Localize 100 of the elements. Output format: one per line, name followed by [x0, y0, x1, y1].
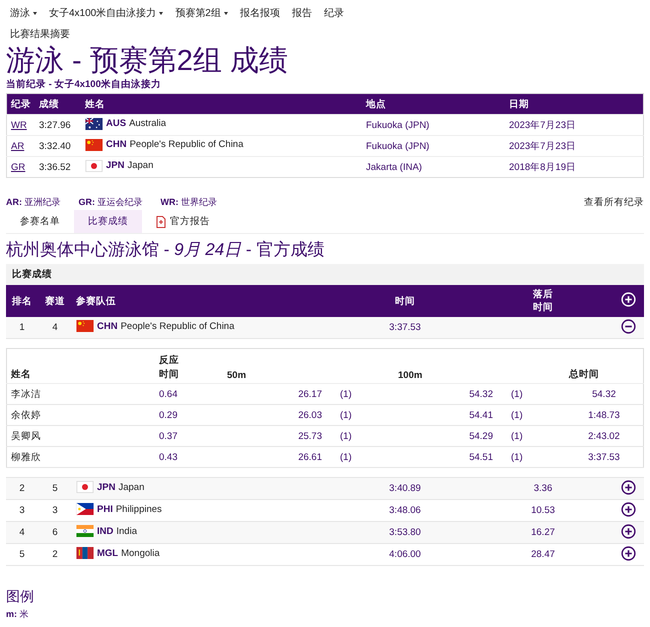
table-cell: 3:40.89	[336, 478, 474, 500]
nav-menu-item[interactable]: 女子4x100米自由泳接力	[49, 6, 164, 20]
country-name: People's Republic of China	[130, 139, 244, 150]
table-cell: (1)	[326, 426, 394, 446]
table-cell: 26.61	[223, 446, 326, 468]
table-cell: 3:53.80	[336, 522, 474, 544]
record-code-link[interactable]: GR	[11, 162, 26, 172]
nav-menu-item[interactable]: 游泳	[10, 6, 37, 20]
column-header: 时间	[336, 285, 474, 317]
table-cell: 26.03	[223, 404, 326, 426]
table-cell: 1	[6, 317, 38, 338]
column-header: 纪录	[6, 94, 35, 114]
table-cell: 2	[38, 544, 72, 566]
flag-icon	[85, 160, 103, 172]
table-cell: 2023年7月23日	[505, 114, 644, 136]
column-header: 姓名	[81, 94, 362, 114]
nav-menu-item[interactable]: 预赛第2组	[175, 6, 228, 20]
record-code-link[interactable]: WR	[11, 120, 27, 130]
record-code-link[interactable]: AR	[11, 140, 24, 152]
country-code: CHN	[106, 139, 127, 150]
legend-entry: m: 米	[6, 608, 30, 621]
column-header: 100m	[394, 348, 565, 384]
table-cell: 0.64	[155, 384, 223, 404]
column-header: 地点	[362, 94, 505, 114]
records-heading: 当前纪录 - 女子4x100米自由泳接力	[6, 78, 162, 92]
table-cell: 吴卿风	[6, 426, 155, 446]
flag-icon	[76, 525, 94, 537]
table-cell: 54.32	[565, 384, 644, 404]
country-code: PHI	[97, 504, 113, 514]
table-cell: 54.51	[394, 446, 497, 468]
table-cell: 3:37.53	[336, 317, 474, 338]
document-icon	[156, 216, 166, 228]
country-code: JPN	[97, 482, 116, 492]
table-cell: 54.32	[394, 384, 497, 404]
country-code: AUS	[106, 118, 126, 129]
all-records-link[interactable]: 查看所有纪录	[584, 196, 644, 209]
country-code: CHN	[97, 320, 118, 332]
table-cell: 2:43.02	[565, 426, 644, 446]
country-code: MGL	[97, 548, 118, 558]
table-cell: (1)	[326, 446, 394, 468]
tab[interactable]: 比赛成绩	[74, 210, 142, 233]
column-header: 日期	[505, 94, 644, 114]
table-cell: 柳雅欣	[6, 446, 155, 468]
table-cell: (1)	[497, 384, 565, 404]
table-cell: Jakarta (INA)	[362, 156, 505, 178]
table-cell: 54.29	[394, 426, 497, 446]
table-cell: 2023年7月23日	[505, 136, 644, 156]
nav-menu-item[interactable]: 报告	[292, 6, 312, 20]
flag-icon	[76, 503, 94, 515]
table-cell: 0.37	[155, 426, 223, 446]
summary-link[interactable]: 比赛结果摘要	[10, 29, 70, 40]
expand-button[interactable]	[620, 524, 636, 538]
table-cell: 28.47	[531, 549, 555, 560]
expand-button[interactable]	[620, 480, 636, 494]
column-header: 50m	[223, 348, 394, 384]
country-name: Australia	[129, 118, 166, 129]
table-cell: Fukuoka (JPN)	[362, 114, 505, 136]
table-cell: 0.29	[155, 404, 223, 426]
table-cell: 10.53	[531, 505, 555, 516]
legend-title: 图例	[6, 588, 35, 606]
table-cell: 54.41	[394, 404, 497, 426]
legend-entry: GR: 亚运会纪录	[78, 196, 143, 209]
table-cell: 4	[38, 317, 72, 338]
table-cell: 3:32.40	[35, 136, 81, 156]
expand-all-icon[interactable]	[620, 292, 636, 307]
section-header: 比赛成绩	[6, 264, 644, 285]
table-cell: Fukuoka (JPN)	[362, 136, 505, 156]
nav-menu-item[interactable]: 报名报项	[240, 6, 280, 20]
table-cell: (1)	[497, 446, 565, 468]
column-header: 成绩	[35, 94, 81, 114]
table-cell: 3.36	[534, 483, 552, 494]
table-cell: 2	[6, 478, 38, 500]
country-code: JPN	[106, 160, 124, 171]
country-name: Mongolia	[121, 548, 160, 558]
flag-icon	[76, 481, 94, 493]
page-title: 游泳 - 预赛第2组 成绩	[6, 44, 289, 78]
tab[interactable]: 官方报告	[142, 210, 224, 233]
nav-menu-item[interactable]: 纪录	[324, 6, 344, 20]
table-cell: 4	[6, 522, 38, 544]
collapse-button[interactable]	[620, 318, 636, 334]
table-cell: (1)	[497, 426, 565, 446]
column-header: 赛道	[38, 285, 72, 317]
table-cell: 李冰洁	[6, 384, 155, 404]
flag-icon	[76, 547, 94, 559]
column-header: 反应时间	[155, 348, 223, 384]
country-name: Japan	[127, 160, 154, 171]
flag-icon	[85, 138, 103, 150]
table-cell: 16.27	[531, 527, 555, 538]
expand-button[interactable]	[620, 546, 636, 560]
table-cell: 6	[38, 522, 72, 544]
table-cell: 3:27.96	[35, 114, 81, 136]
expand-button[interactable]	[620, 502, 636, 516]
table-cell: (1)	[326, 384, 394, 404]
table-cell: 5	[38, 478, 72, 500]
country-name: India	[116, 526, 137, 536]
table-cell: 1:48.73	[565, 404, 644, 426]
column-header: 姓名	[6, 348, 155, 384]
table-cell: (1)	[326, 404, 394, 426]
tab[interactable]: 参赛名单	[6, 210, 74, 233]
table-cell: 4:06.00	[336, 544, 474, 566]
